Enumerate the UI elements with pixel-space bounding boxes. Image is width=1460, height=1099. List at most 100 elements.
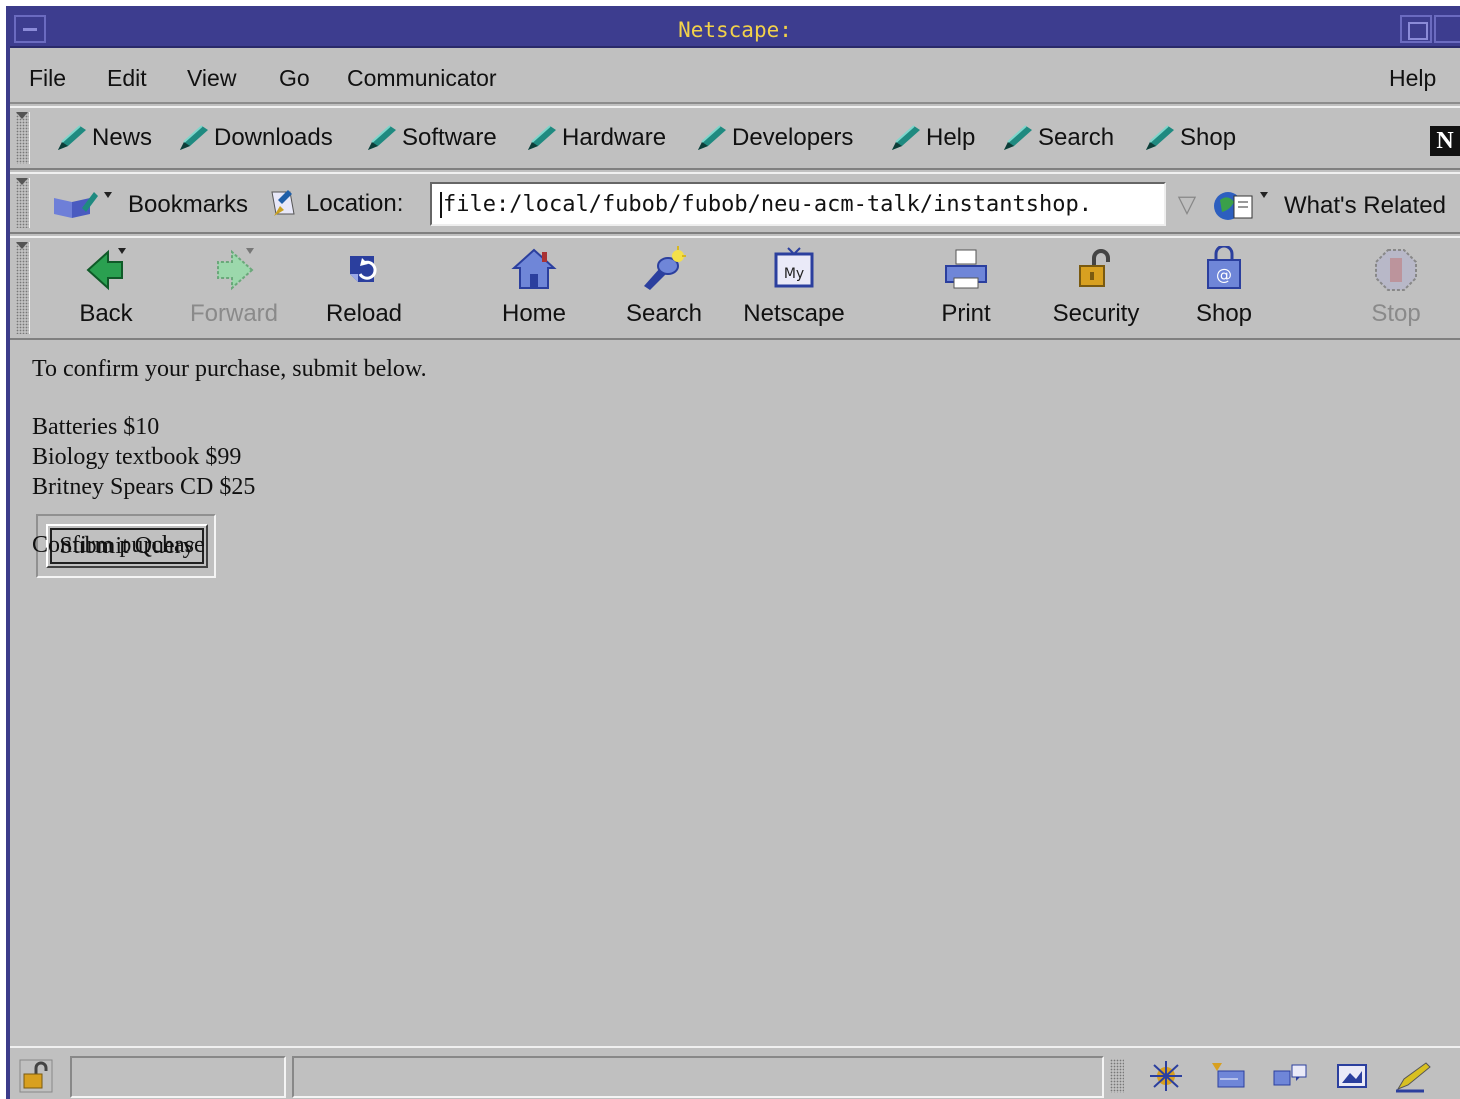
pen-icon (888, 124, 922, 152)
personal-toolbar: News Downloads Software Hardware Develop… (10, 106, 1460, 170)
bookmarks-button[interactable]: Bookmarks (52, 188, 248, 222)
page-content: To confirm your purchase, submit below. … (10, 342, 1460, 1056)
personal-item-label: Developers (732, 124, 854, 151)
shop-label: Shop (1195, 300, 1253, 327)
security-label: Security (1052, 300, 1140, 327)
personal-item-label: News (92, 124, 153, 151)
forward-label: Forward (189, 300, 279, 327)
location-label-group: Location: (266, 188, 403, 220)
toolbar-grip[interactable] (16, 178, 30, 228)
home-label: Home (501, 300, 567, 327)
menu-edit[interactable]: Edit (107, 65, 147, 92)
search-label: Search (625, 300, 703, 327)
reload-icon (340, 246, 388, 294)
personal-item-hardware[interactable]: Hardware (524, 122, 666, 154)
url-text: file:/local/fubob/fubob/neu-acm-talk/ins… (443, 192, 1093, 217)
personal-item-search[interactable]: Search (1000, 122, 1114, 154)
stop-button[interactable]: Stop (1336, 244, 1456, 336)
order-item: Biology textbook $99 (32, 444, 242, 470)
home-button[interactable]: Home (474, 244, 594, 336)
window-control-button[interactable] (1434, 15, 1460, 43)
toolbar-grip[interactable] (16, 112, 30, 164)
personal-item-developers[interactable]: Developers (694, 122, 853, 154)
toolbar-grip[interactable] (16, 242, 30, 334)
menu-go[interactable]: Go (279, 65, 310, 92)
personal-item-label: Hardware (562, 124, 667, 151)
browser-window: Netscape: File Edit View Go Communicator… (6, 6, 1460, 1099)
maximize-button[interactable] (1400, 15, 1432, 43)
url-history-dropdown-icon[interactable]: ▽ (1172, 190, 1202, 220)
title-bar: Netscape: (10, 10, 1460, 48)
pen-icon (364, 124, 398, 152)
whats-related-button[interactable]: What's Related (1212, 188, 1446, 224)
whats-related-icon (1214, 192, 1268, 220)
personal-item-downloads[interactable]: Downloads (176, 122, 333, 154)
bookmarks-icon (54, 192, 112, 218)
back-button[interactable]: Back (46, 244, 166, 336)
editor-pen-icon[interactable] (1394, 1059, 1434, 1093)
text-caret (440, 192, 442, 218)
forward-arrow-icon (210, 246, 258, 294)
pen-icon (54, 124, 88, 152)
personal-item-news[interactable]: News (54, 122, 152, 154)
svg-text:My: My (784, 266, 804, 282)
component-bar (1110, 1056, 1434, 1096)
back-label: Back (79, 300, 133, 327)
forward-button[interactable]: Forward (174, 244, 294, 336)
menu-help[interactable]: Help (1389, 65, 1436, 92)
pen-icon (1000, 124, 1034, 152)
shop-button[interactable]: @ Shop (1164, 244, 1284, 336)
stop-icon (1372, 246, 1420, 294)
menu-file[interactable]: File (29, 65, 66, 92)
svg-text:@: @ (1216, 265, 1232, 284)
url-input[interactable]: file:/local/fubob/fubob/neu-acm-talk/ins… (430, 182, 1166, 226)
pen-icon (694, 124, 728, 152)
personal-item-label: Software (402, 124, 497, 151)
menu-bar: File Edit View Go Communicator Help (10, 50, 1460, 104)
my-netscape-icon: My (770, 246, 818, 294)
print-button[interactable]: Print (906, 244, 1026, 336)
home-icon (510, 246, 558, 294)
personal-item-software[interactable]: Software (364, 122, 497, 154)
personal-item-shop[interactable]: Shop (1142, 122, 1236, 154)
order-item: Britney Spears CD $25 (32, 474, 256, 500)
back-arrow-icon (82, 246, 130, 294)
location-label: Location: (306, 190, 404, 217)
whats-related-label: What's Related (1284, 192, 1446, 219)
menu-communicator[interactable]: Communicator (347, 65, 497, 92)
progress-field (70, 1056, 286, 1098)
personal-item-label: Help (926, 124, 976, 151)
pen-icon (524, 124, 558, 152)
pen-icon (176, 124, 210, 152)
personal-item-label: Search (1038, 124, 1115, 151)
personal-item-help[interactable]: Help (888, 122, 975, 154)
security-button[interactable]: Security (1036, 244, 1156, 336)
navigation-toolbar: Back Forward Reload Home Search My Netsc… (10, 236, 1460, 340)
my-netscape-button[interactable]: My Netscape (734, 244, 854, 336)
print-label: Print (941, 300, 991, 327)
reload-label: Reload (325, 300, 403, 327)
personal-item-label: Downloads (214, 124, 333, 151)
stop-label: Stop (1371, 300, 1421, 327)
composer-icon[interactable] (1332, 1059, 1372, 1093)
window-title: Netscape: (678, 18, 792, 42)
navigator-icon[interactable] (1146, 1059, 1186, 1093)
location-toolbar: Bookmarks Location: file:/local/fubob/fu… (10, 172, 1460, 234)
netscape-label: Netscape (743, 300, 845, 327)
status-message-field (292, 1056, 1104, 1098)
menu-view[interactable]: View (187, 65, 236, 92)
component-bar-grip[interactable] (1110, 1059, 1124, 1093)
mail-icon[interactable] (1208, 1059, 1248, 1093)
location-page-icon[interactable] (266, 188, 300, 220)
print-icon (942, 246, 990, 294)
purchase-intro-text: To confirm your purchase, submit below. (32, 356, 427, 382)
personal-item-label: Shop (1180, 124, 1237, 151)
bookmarks-label: Bookmarks (128, 191, 249, 218)
security-status-lock-icon[interactable] (18, 1058, 54, 1094)
discussions-icon[interactable] (1270, 1059, 1310, 1093)
search-icon (640, 246, 688, 294)
search-button[interactable]: Search (604, 244, 724, 336)
order-item: Batteries $10 (32, 414, 160, 440)
netscape-logo[interactable]: N (1430, 126, 1460, 156)
reload-button[interactable]: Reload (304, 244, 424, 336)
